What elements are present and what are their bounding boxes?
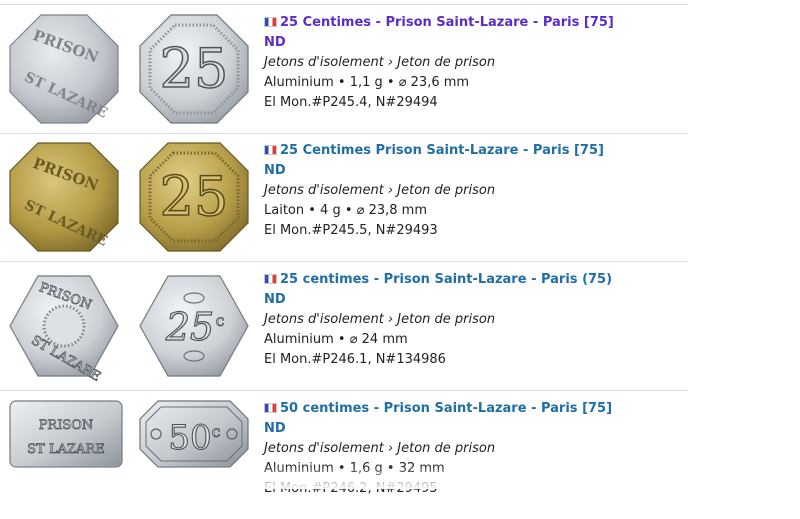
item-reference: El Mon.#P245.5, N#29493 (264, 223, 438, 238)
item-title-link[interactable]: 25 centimes - Prison Saint-Lazare - Pari… (264, 272, 612, 287)
coin-reverse-suffix: c (212, 422, 221, 441)
france-flag-icon (264, 145, 277, 155)
france-flag-icon (264, 17, 277, 27)
coin-reverse-suffix: c (216, 311, 225, 330)
coin-obverse-bottom-text: ST LAZARE (27, 442, 104, 457)
item-date: ND (264, 35, 286, 50)
coin-reverse-image[interactable]: 25 (138, 141, 250, 253)
item-category: Jetons d'isolement › Jeton de prison (264, 55, 496, 70)
coin-reverse-image[interactable]: 25 (138, 13, 250, 125)
item-title-text: 50 centimes - Prison Saint-Lazare - Pari… (280, 401, 613, 416)
item-category: Jetons d'isolement › Jeton de prison (264, 312, 496, 327)
coin-reverse-image[interactable]: 50 c (138, 399, 250, 469)
item-date: ND (264, 421, 286, 436)
item-specs: Aluminium • 1,1 g • ⌀ 23,6 mm (264, 75, 470, 90)
item-title-text: 25 centimes - Prison Saint-Lazare - Pari… (280, 272, 613, 287)
coin-reverse-image[interactable]: 25 c (138, 270, 250, 382)
coin-obverse-top-text: PRISON (39, 418, 94, 433)
france-flag-icon (264, 274, 277, 284)
item-specs: Laiton • 4 g • ⌀ 23,8 mm (264, 203, 427, 218)
item-reference: El Mon.#P246.1, N#134986 (264, 352, 446, 367)
item-title-text: 25 Centimes Prison Saint-Lazare - Paris … (280, 143, 604, 158)
item-specs: Aluminium • ⌀ 24 mm (264, 332, 408, 347)
coin-reverse-value: 50 (168, 418, 211, 458)
coin-obverse-image[interactable]: PRISON ST LAZARE (8, 141, 120, 253)
coin-reverse-value: 25 (165, 305, 214, 349)
list-item: PRISON ST LAZARE 25 25 Centimes Prison S… (0, 133, 688, 262)
coin-obverse-image[interactable]: PRISON ST LAZARE (8, 270, 120, 382)
list-item: PRISON ST LAZARE 50 c 50 centimes - Pris… (0, 391, 688, 519)
item-title-link[interactable]: 25 Centimes - Prison Saint-Lazare - Pari… (264, 15, 614, 30)
bottom-fade-overlay (0, 465, 688, 489)
item-title-link[interactable]: 25 Centimes Prison Saint-Lazare - Paris … (264, 143, 604, 158)
coin-reverse-value: 25 (160, 37, 229, 100)
item-title-text: 25 Centimes - Prison Saint-Lazare - Pari… (280, 15, 614, 30)
coin-obverse-image[interactable]: PRISON ST LAZARE (8, 399, 124, 469)
item-title-link[interactable]: 50 centimes - Prison Saint-Lazare - Pari… (264, 401, 612, 416)
coin-obverse-image[interactable]: PRISON ST LAZARE (8, 13, 120, 125)
item-category: Jetons d'isolement › Jeton de prison (264, 441, 496, 456)
item-date: ND (264, 163, 286, 178)
list-item: PRISON ST LAZARE 25 c 25 centimes - Pris… (0, 262, 688, 391)
item-reference: El Mon.#P245.4, N#29494 (264, 95, 438, 110)
item-category: Jetons d'isolement › Jeton de prison (264, 183, 496, 198)
item-date: ND (264, 292, 286, 307)
list-item: PRISON ST LAZARE 25 25 Centimes - Prison… (0, 4, 688, 134)
coin-reverse-value: 25 (160, 165, 229, 228)
france-flag-icon (264, 403, 277, 413)
